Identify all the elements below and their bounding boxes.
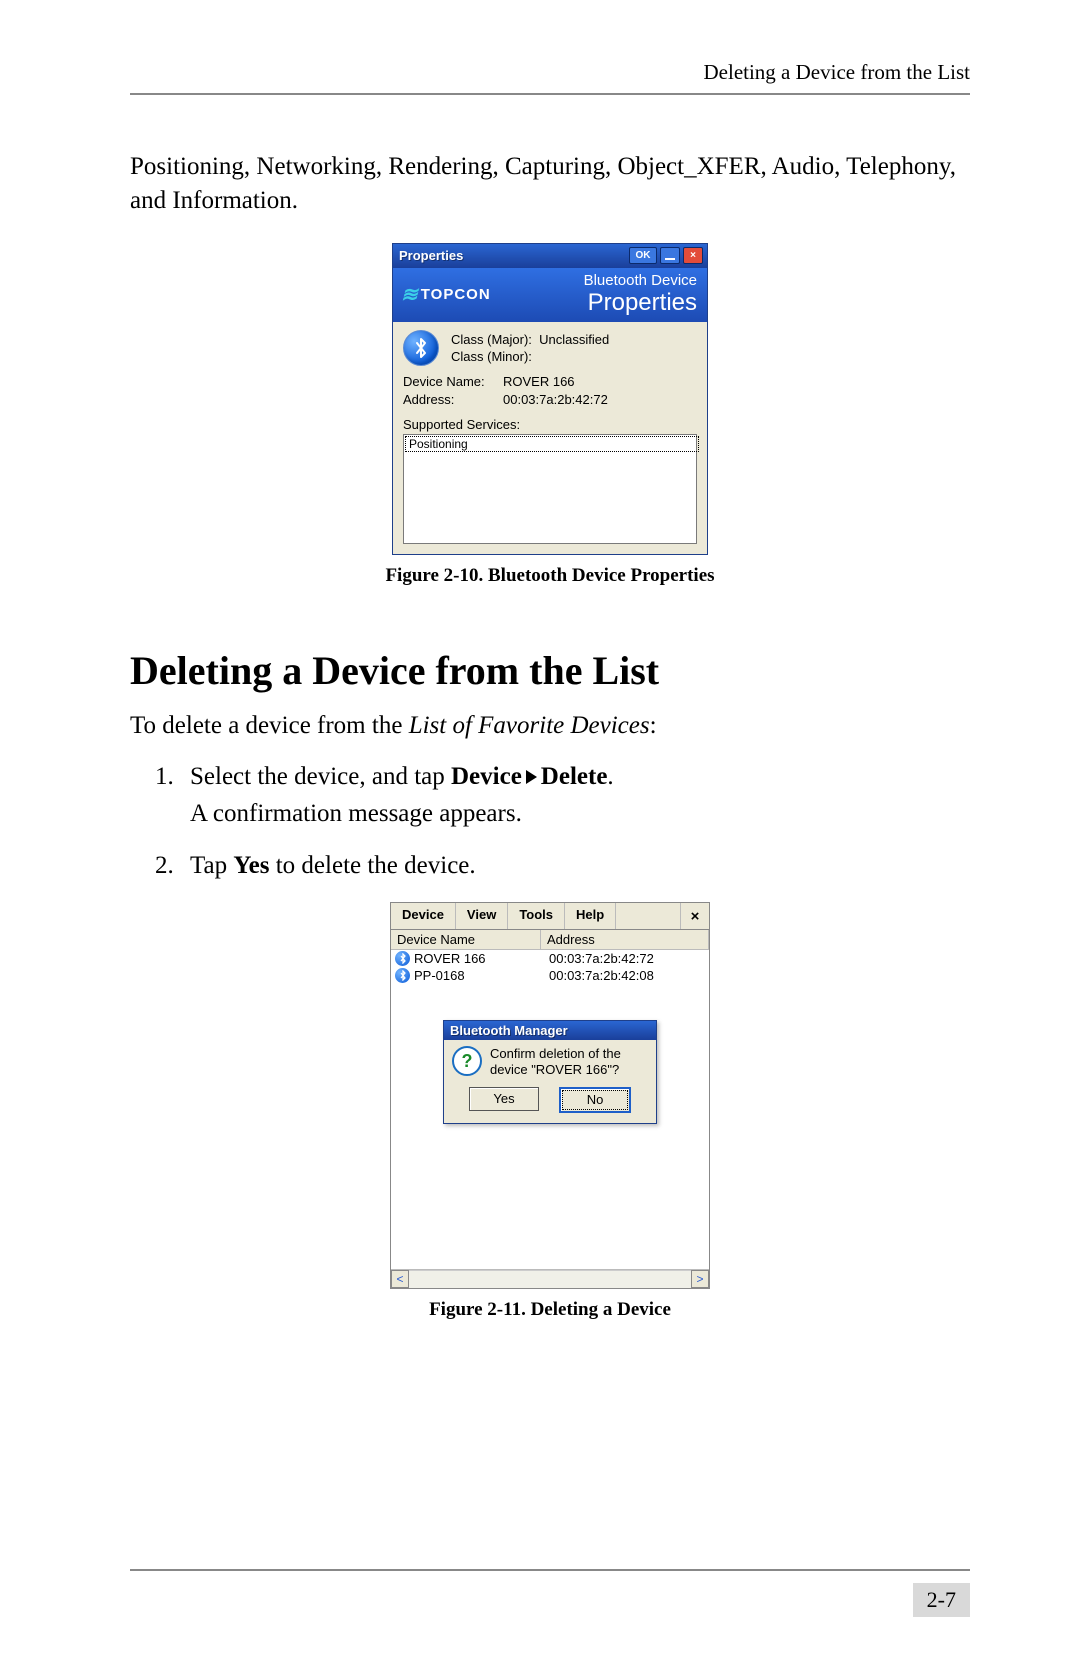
column-address[interactable]: Address [541,930,709,949]
figure-caption: Figure 2-10. Bluetooth Device Properties [130,565,970,587]
dialog-title: Bluetooth Manager [444,1021,656,1040]
bluetooth-icon [395,968,410,983]
bluetooth-icon [395,951,410,966]
minimize-icon [664,251,676,261]
menu-help[interactable]: Help [565,903,616,929]
list-header: Device Name Address [391,930,709,950]
lead-paragraph: To delete a device from the List of Favo… [130,712,970,740]
menu-device[interactable]: Device [391,903,456,929]
step-text: to delete the device. [269,852,475,879]
figure-2-11: Device View Tools Help × Device Name Add… [130,902,970,1321]
row-address: 00:03:7a:2b:42:08 [545,968,709,983]
supported-services-list[interactable]: Positioning [403,434,697,544]
window-title: Properties [399,248,626,263]
list-item[interactable]: Positioning [405,436,699,452]
topcon-word: TOPCON [421,286,491,303]
device-name-label: Device Name: [403,374,503,389]
step-2: Tap Yes to delete the device. [180,847,970,885]
scroll-right-button[interactable]: > [691,1270,709,1288]
step-bold: Delete [541,763,608,790]
confirm-dialog: Bluetooth Manager ? Confirm deletion of … [443,1020,657,1124]
intro-paragraph: Positioning, Networking, Rendering, Capt… [130,150,970,218]
topcon-logo: ≋ TOPCON [401,286,491,303]
dialog-banner: ≋ TOPCON Bluetooth Device Properties [393,268,707,322]
step-text: Tap [190,852,233,879]
device-listview[interactable]: Device Name Address ROVER 166 00:03:7a:2… [391,930,709,1288]
properties-window: Properties OK × ≋ TOPCON Bluetooth Devic… [392,243,708,555]
no-button[interactable]: No [559,1087,631,1113]
lead-emphasis: List of Favorite Devices [409,712,650,739]
bluetooth-icon [403,330,439,366]
class-major-label: Class (Major): [451,332,532,347]
close-button[interactable]: × [683,247,703,264]
step-bold: Device [451,763,522,790]
address-value: 00:03:7a:2b:42:72 [503,392,608,407]
triangle-icon [526,770,537,784]
row-name: PP-0168 [414,968,465,983]
titlebar: Properties OK × [393,244,707,268]
banner-line2: Properties [584,289,697,317]
menu-tools[interactable]: Tools [508,903,565,929]
scroll-left-button[interactable]: < [391,1270,409,1288]
close-button[interactable]: × [681,903,709,929]
lead-pre: To delete a device from the [130,712,409,739]
address-label: Address: [403,392,503,407]
table-row[interactable]: ROVER 166 00:03:7a:2b:42:72 [391,950,709,967]
topcon-mark-icon: ≋ [401,288,415,302]
banner-line1: Bluetooth Device [584,272,697,289]
step-bold: Yes [233,852,269,879]
bluetooth-manager-window: Device View Tools Help × Device Name Add… [390,902,710,1289]
question-icon: ? [452,1046,482,1076]
table-row[interactable]: PP-0168 00:03:7a:2b:42:08 [391,967,709,984]
step-text: . [607,763,613,790]
row-name: ROVER 166 [414,951,486,966]
class-major-value: Unclassified [539,332,609,347]
ok-button[interactable]: OK [629,247,657,264]
figure-2-10: Properties OK × ≋ TOPCON Bluetooth Devic… [130,243,970,587]
dialog-message: Confirm deletion of the device "ROVER 16… [490,1046,648,1079]
device-name-value: ROVER 166 [503,374,575,389]
yes-button[interactable]: Yes [469,1087,539,1111]
steps-list: Select the device, and tap Device Delete.… [130,758,970,885]
class-minor-label: Class (Minor): [451,349,532,364]
menu-view[interactable]: View [456,903,508,929]
step-text: A confirmation message appears. [190,800,522,827]
menu-spacer [616,903,681,929]
horizontal-scrollbar[interactable]: < > [391,1269,709,1288]
footer-rule [130,1569,970,1571]
supported-services-label: Supported Services: [403,417,697,432]
page-number: 2-7 [913,1583,970,1617]
figure-caption: Figure 2-11. Deleting a Device [130,1299,970,1321]
column-device-name[interactable]: Device Name [391,930,541,949]
lead-post: : [650,712,657,739]
running-header: Deleting a Device from the List [130,60,970,95]
step-text: Select the device, and tap [190,763,451,790]
dialog-body: Class (Major): Unclassified Class (Minor… [393,322,707,554]
scroll-track[interactable] [409,1270,691,1288]
section-heading: Deleting a Device from the List [130,647,970,694]
menubar: Device View Tools Help × [391,903,709,930]
row-address: 00:03:7a:2b:42:72 [545,951,709,966]
minimize-button[interactable] [660,247,680,264]
step-1: Select the device, and tap Device Delete.… [180,758,970,833]
